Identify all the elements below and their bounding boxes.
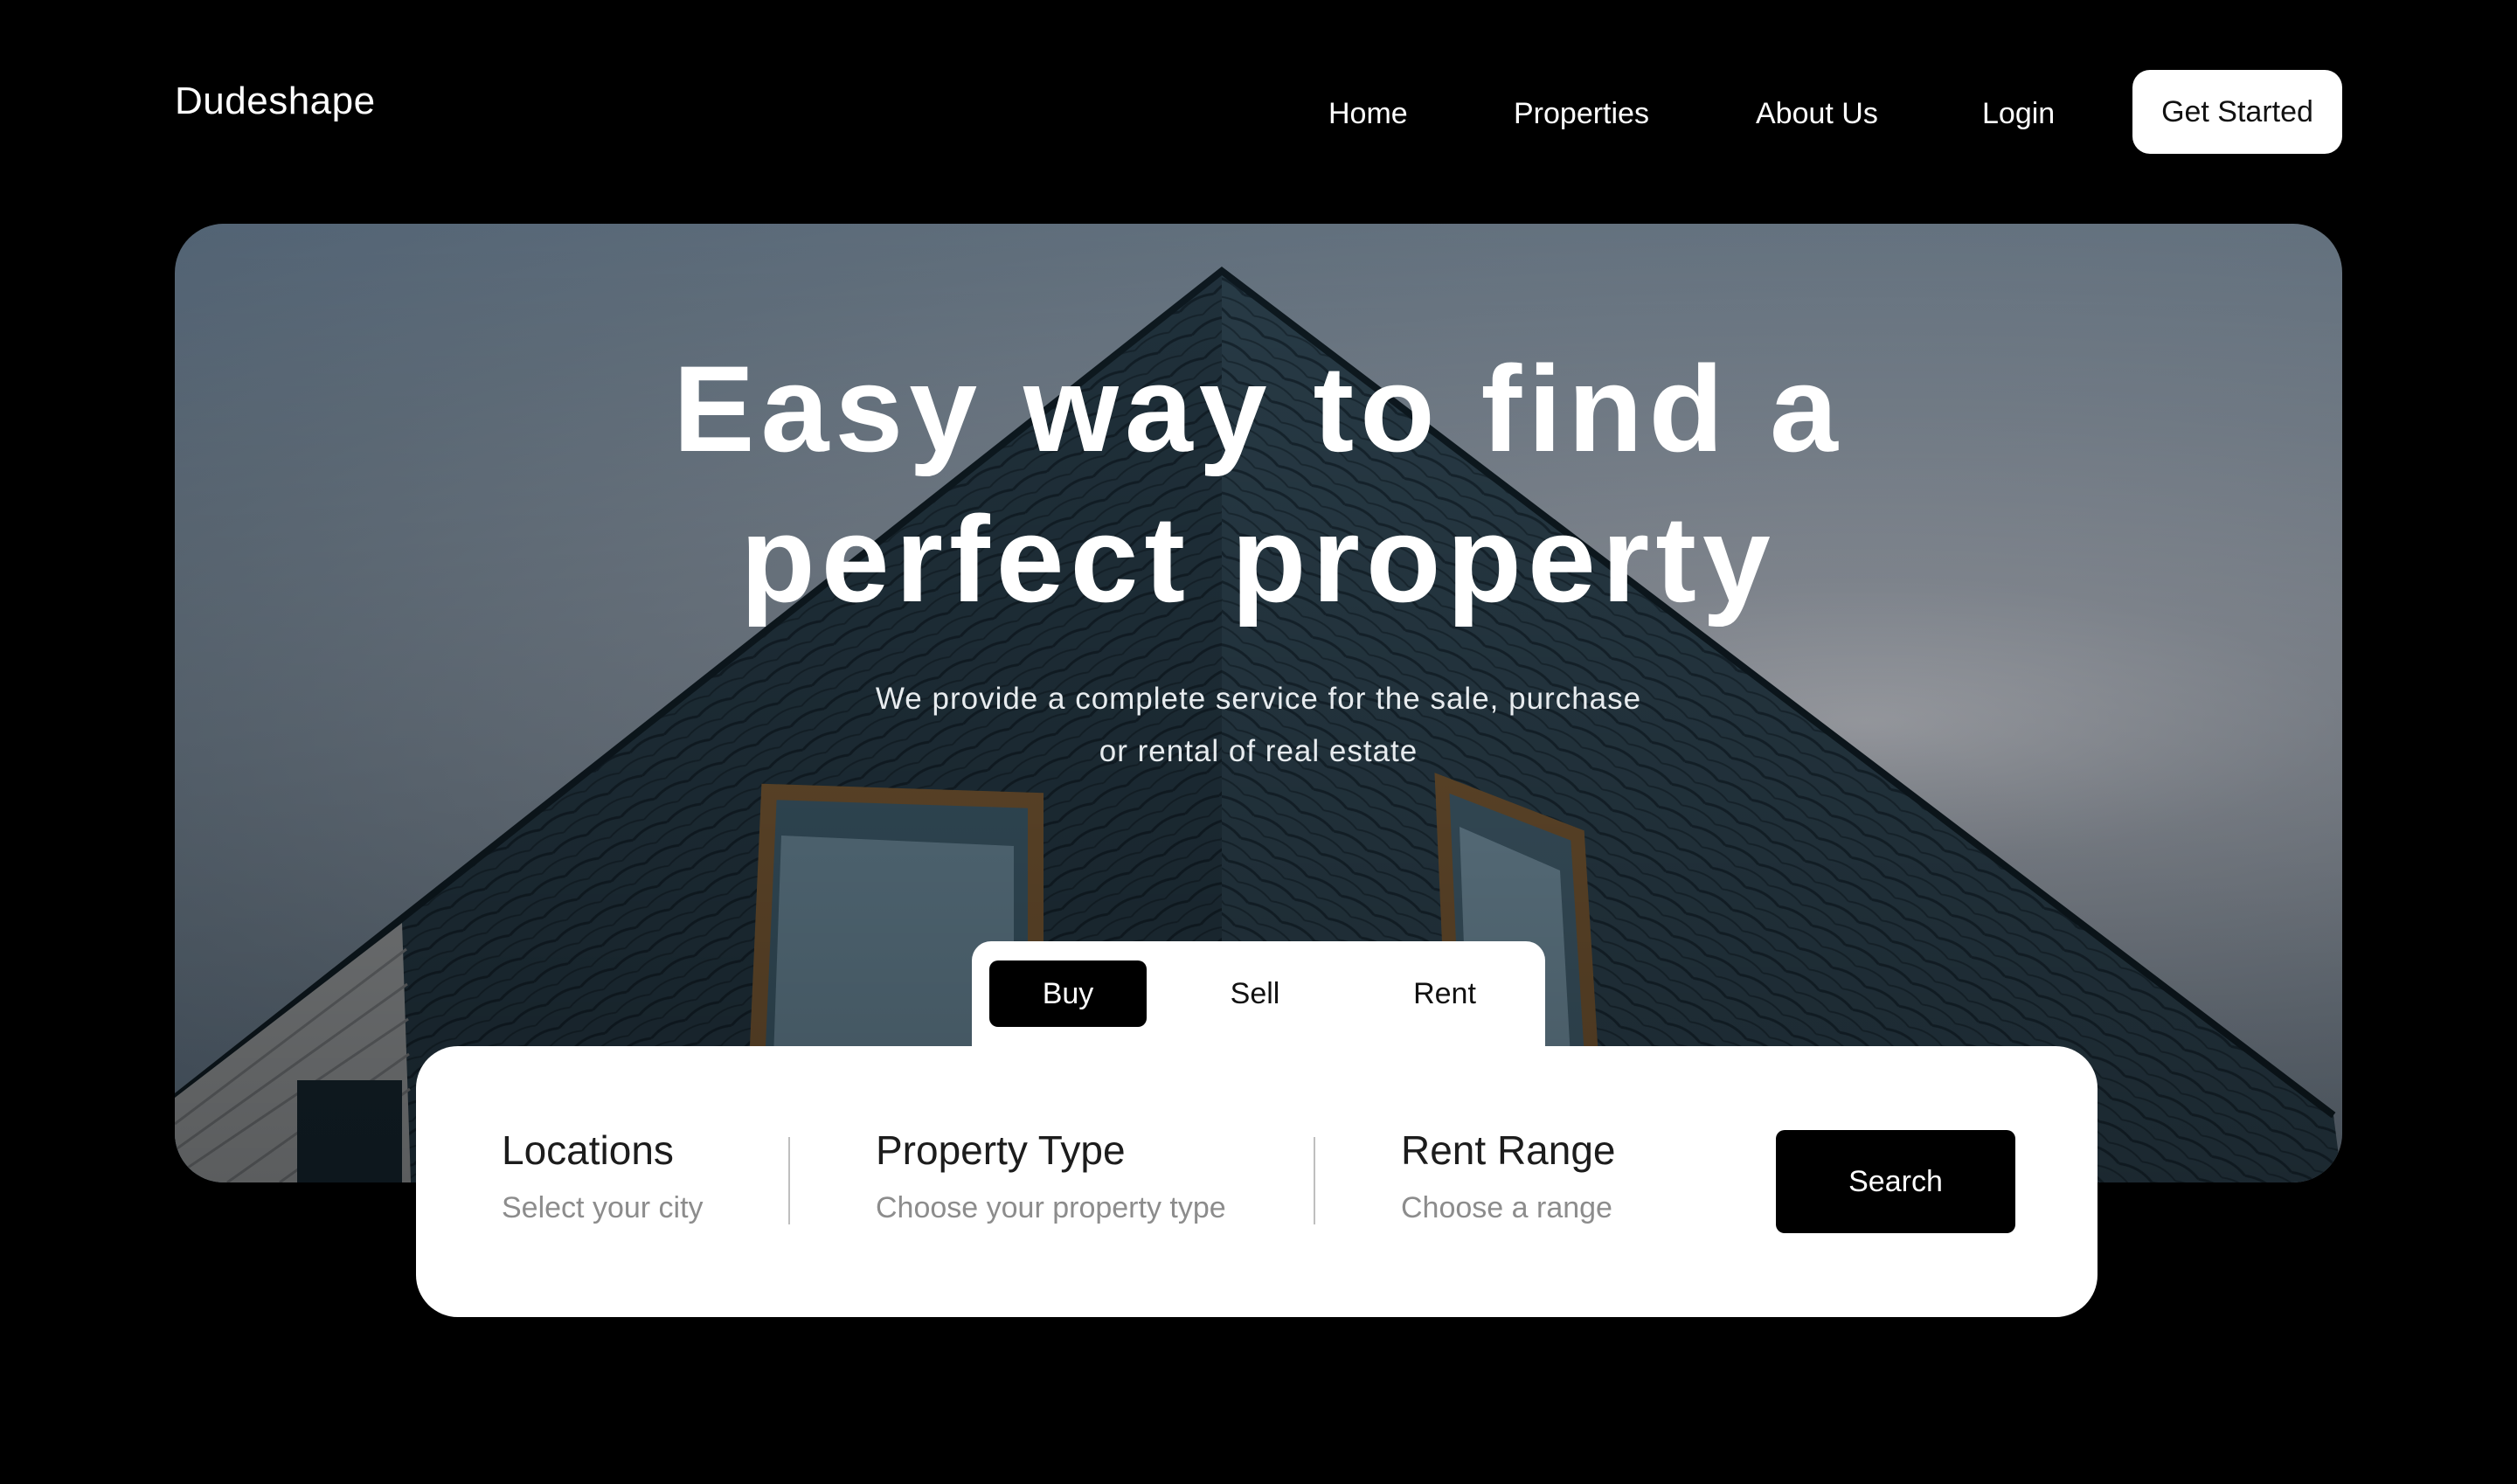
search-panel: Locations Select your city Property Type…: [416, 1046, 2098, 1317]
hero-title: Easy way to find a perfect property: [0, 334, 2517, 635]
hero-subtitle-line-1: We provide a complete service for the sa…: [875, 682, 1642, 716]
rent-range-label: Rent Range: [1401, 1127, 1616, 1173]
field-divider: [788, 1137, 790, 1224]
rent-range-placeholder: Choose a range: [1401, 1191, 1612, 1224]
hero-title-line-1: Easy way to find a: [673, 340, 1844, 477]
transaction-tabs: Buy Sell Rent: [972, 941, 1545, 1064]
property-type-field[interactable]: Property Type Choose your property type: [876, 1130, 1226, 1223]
rent-range-field[interactable]: Rent Range Choose a range: [1401, 1130, 1616, 1223]
nav-home[interactable]: Home: [1328, 99, 1408, 128]
landing-page: Dudeshape Home Properties About Us Login…: [0, 0, 2517, 1484]
hero-subtitle: We provide a complete service for the sa…: [0, 673, 2517, 778]
locations-placeholder: Select your city: [502, 1191, 704, 1224]
tab-buy[interactable]: Buy: [989, 960, 1147, 1027]
search-button[interactable]: Search: [1776, 1130, 2015, 1233]
tab-sell[interactable]: Sell: [1176, 960, 1334, 1027]
hero-title-line-2: perfect property: [740, 490, 1777, 628]
hero-subtitle-line-2: or rental of real estate: [1099, 734, 1418, 768]
tab-rent[interactable]: Rent: [1366, 960, 1523, 1027]
nav-login[interactable]: Login: [1982, 99, 2055, 128]
locations-label: Locations: [502, 1127, 674, 1173]
brand-logo[interactable]: Dudeshape: [175, 82, 376, 121]
get-started-button[interactable]: Get Started: [2132, 70, 2342, 154]
field-divider: [1314, 1137, 1315, 1224]
nav-about-us[interactable]: About Us: [1756, 99, 1878, 128]
property-type-label: Property Type: [876, 1127, 1126, 1173]
locations-field[interactable]: Locations Select your city: [502, 1130, 704, 1223]
property-type-placeholder: Choose your property type: [876, 1191, 1226, 1224]
nav-properties[interactable]: Properties: [1514, 99, 1649, 128]
